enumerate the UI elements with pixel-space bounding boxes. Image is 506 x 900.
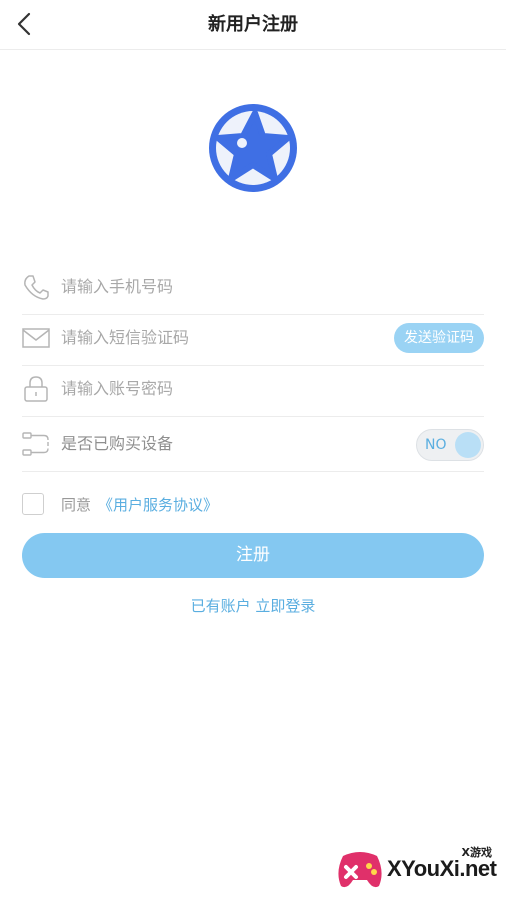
toggle-knob (455, 432, 481, 458)
page-title: 新用户注册 (208, 14, 298, 35)
device-toggle[interactable]: NO (416, 429, 484, 461)
agreement-row: 同意 《用户服务协议》 (22, 493, 484, 517)
agreement-prefix: 同意 (61, 496, 92, 514)
code-input[interactable] (61, 323, 331, 353)
header: 新用户注册 (0, 0, 506, 50)
watermark-text: XYouXi.net (387, 856, 497, 881)
device-row: 是否已购买设备 NO (22, 417, 484, 472)
agreement-link[interactable]: 《用户服务协议》 (98, 493, 218, 517)
password-row (22, 362, 484, 417)
send-code-button[interactable]: 发送验证码 (394, 323, 484, 353)
phone-icon (22, 273, 50, 301)
watermark: X游戏 XYouXi.net (335, 844, 500, 894)
device-label: 是否已购买设备 (61, 434, 174, 453)
toggle-state-text: NO (425, 437, 447, 453)
mail-icon (22, 324, 50, 352)
register-button[interactable]: 注册 (22, 533, 484, 578)
lock-icon (22, 375, 50, 403)
login-link[interactable]: 已有账户 立即登录 (0, 595, 506, 616)
app-logo-icon (209, 104, 297, 192)
code-row: 发送验证码 (22, 311, 484, 366)
agree-checkbox[interactable] (22, 493, 44, 515)
password-input[interactable] (61, 374, 361, 404)
phone-input[interactable] (61, 272, 361, 302)
device-icon (22, 430, 50, 458)
phone-row (22, 260, 484, 315)
gamepad-logo-icon (338, 852, 382, 888)
